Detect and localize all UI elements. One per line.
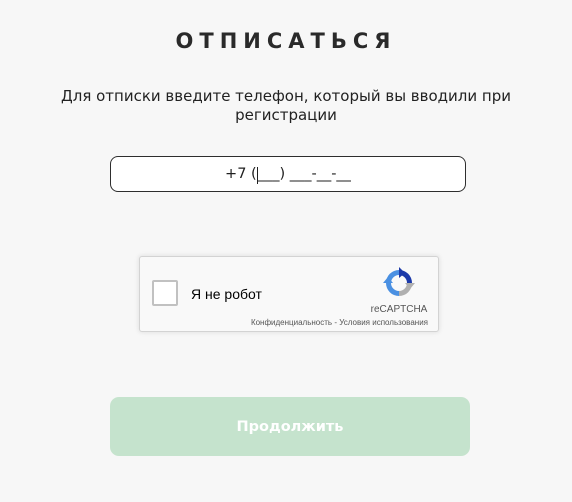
recaptcha-widget: Я не робот reCAPTCHA Конфиденциальность … xyxy=(139,256,439,332)
recaptcha-brand: reCAPTCHA xyxy=(370,304,428,315)
recaptcha-label: Я не робот xyxy=(191,286,262,302)
unsubscribe-page: ОТПИСАТЬСЯ Для отписки введите телефон, … xyxy=(0,0,572,502)
phone-mask: ___) ___-__-__ xyxy=(257,166,351,182)
terms-link[interactable]: Условия использования xyxy=(339,318,428,327)
phone-input[interactable]: +7 (___) ___-__-__ xyxy=(110,156,466,192)
continue-button[interactable]: Продолжить xyxy=(110,397,470,456)
phone-prefix: +7 ( xyxy=(225,166,257,182)
page-title: ОТПИСАТЬСЯ xyxy=(175,29,397,53)
privacy-link[interactable]: Конфиденциальность xyxy=(251,318,332,327)
page-subtitle: Для отписки введите телефон, который вы … xyxy=(61,87,511,124)
recaptcha-terms: Конфиденциальность - Условия использован… xyxy=(251,318,428,327)
recaptcha-checkbox[interactable] xyxy=(152,280,178,306)
recaptcha-logo-icon xyxy=(383,267,415,296)
